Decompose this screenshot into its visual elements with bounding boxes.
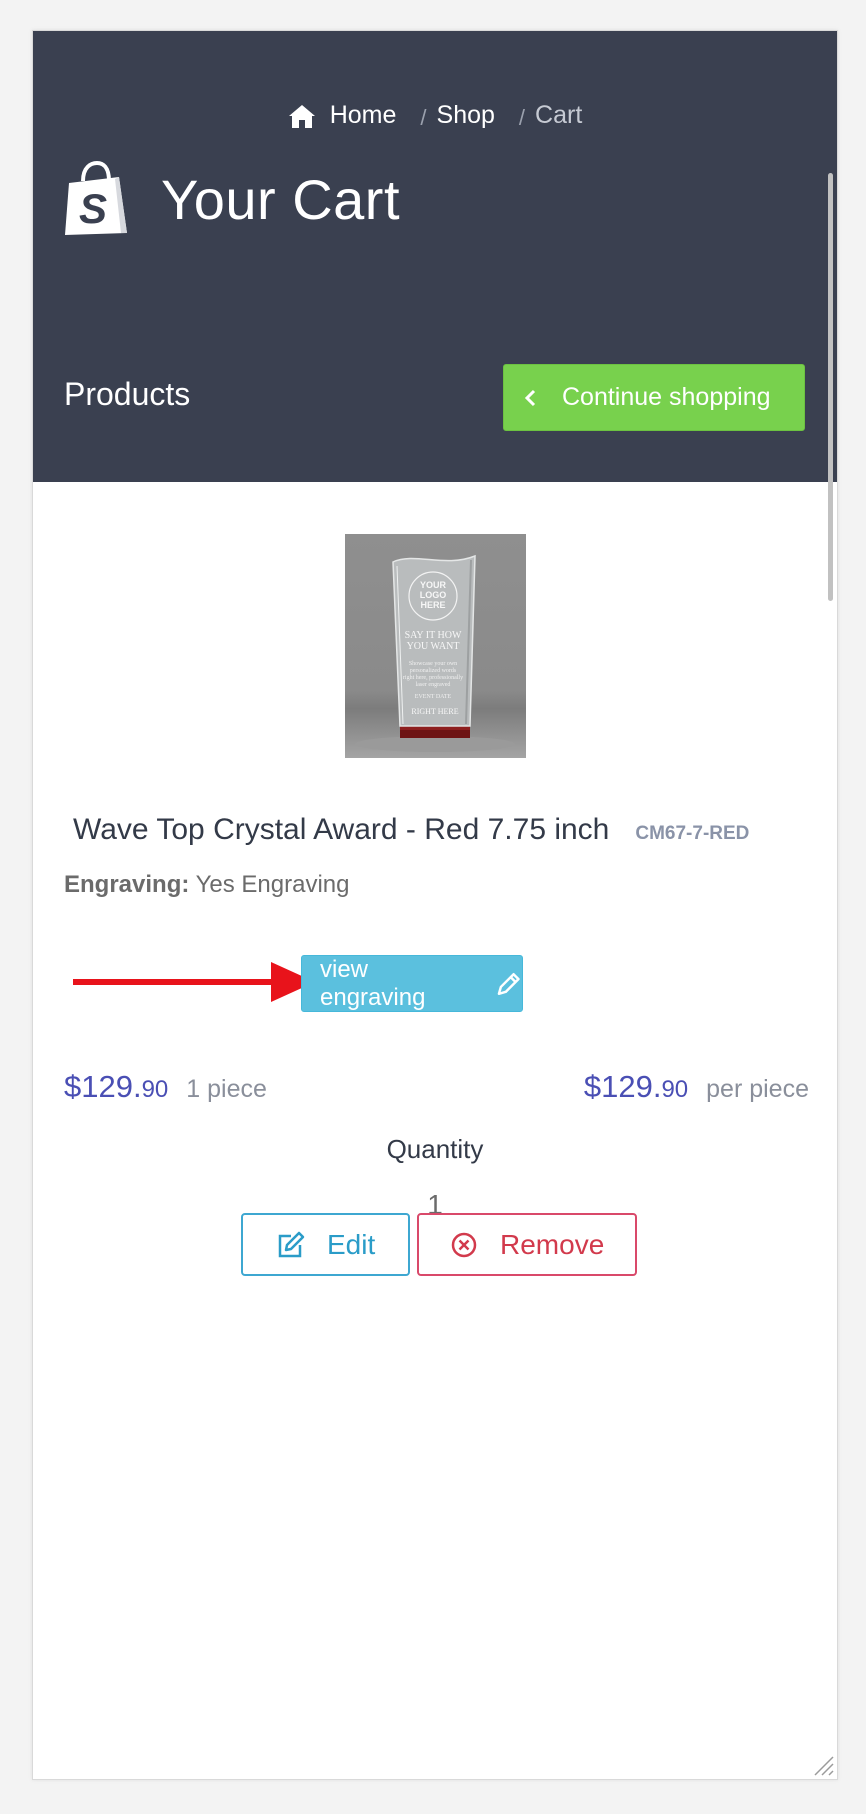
scrollbar-thumb[interactable] — [828, 173, 833, 601]
products-heading: Products — [64, 376, 191, 412]
cart-page: Home / Shop / Cart S Your Cart Products — [32, 30, 838, 1780]
product-name[interactable]: Wave Top Crystal Award - Red 7.75 inch — [73, 813, 609, 847]
total-price-main: $129. — [64, 1069, 142, 1104]
breadcrumb-current: Cart — [535, 101, 582, 130]
image-footer-text: RIGHT HERE — [411, 707, 458, 716]
engraving-value: Yes Engraving — [195, 871, 350, 898]
total-quantity-note: 1 piece — [186, 1075, 267, 1103]
edit-icon — [278, 1231, 305, 1257]
product-name-row: Wave Top Crystal Award - Red 7.75 inch C… — [73, 813, 749, 847]
total-price: $129. 90 1 piece — [64, 1069, 267, 1105]
unit-price: $129. 90 per piece — [584, 1069, 809, 1105]
remove-label: Remove — [500, 1228, 605, 1260]
view-engraving-label: view engraving — [320, 955, 426, 1011]
breadcrumb-shop-label: Shop — [436, 101, 495, 129]
breadcrumb-separator: / — [518, 104, 526, 130]
image-logo-line-2: LOGO — [420, 590, 447, 600]
breadcrumb-separator: / — [420, 104, 427, 130]
image-body-line-1: Showcase your own — [409, 661, 457, 667]
page-title: Your Cart — [161, 167, 400, 231]
resize-grip-icon[interactable] — [811, 1753, 835, 1777]
view-engraving-button[interactable]: view engraving — [301, 955, 523, 1012]
remove-button[interactable]: Remove — [417, 1213, 637, 1276]
arrow-annotation — [73, 962, 315, 1002]
image-body-line-4: laser engraved — [416, 682, 451, 688]
image-headline-line-2: YOU WANT — [407, 641, 460, 652]
product-sku: CM67-7-RED — [635, 823, 750, 844]
unit-price-cents: 90 — [661, 1076, 689, 1103]
engraving-info: Engraving: Yes Engraving — [64, 871, 349, 899]
image-logo-line-3: HERE — [420, 600, 445, 610]
continue-shopping-button[interactable]: Continue shopping — [503, 364, 805, 431]
image-logo-line-1: YOUR — [420, 580, 447, 590]
unit-price-note: per piece — [706, 1075, 809, 1103]
engraving-label: Engraving: — [64, 871, 190, 898]
continue-shopping-label: Continue shopping — [562, 383, 771, 411]
remove-circle-icon — [451, 1232, 477, 1257]
product-image: YOUR LOGO HERE SAY IT HOW YOU WANT Showc… — [345, 534, 526, 758]
breadcrumb-shop[interactable]: Shop — [437, 101, 495, 130]
title-row: S Your Cart — [63, 161, 400, 237]
image-body-line-3: right here, professionally — [403, 674, 463, 681]
breadcrumb: Home / Shop / Cart — [33, 101, 837, 130]
pencil-icon — [497, 972, 520, 995]
home-icon — [288, 104, 315, 128]
total-price-cents: 90 — [141, 1076, 169, 1103]
unit-price-main: $129. — [583, 1069, 662, 1104]
chevron-left-icon — [524, 389, 536, 406]
image-event-date: EVENT DATE — [415, 694, 452, 700]
breadcrumb-current-label: Cart — [535, 101, 583, 129]
edit-button[interactable]: Edit — [241, 1213, 410, 1276]
svg-text:S: S — [79, 185, 107, 232]
cart-header: Home / Shop / Cart S Your Cart Products — [33, 31, 837, 482]
breadcrumb-home[interactable]: Home — [288, 101, 397, 130]
quantity-label: Quantity — [386, 1134, 484, 1164]
breadcrumb-home-label: Home — [329, 101, 397, 129]
image-body-line-2: personalized words — [410, 668, 457, 674]
edit-label: Edit — [327, 1228, 376, 1260]
image-headline-line-1: SAY IT HOW — [405, 630, 462, 641]
shopping-bag-icon: S — [65, 161, 127, 235]
